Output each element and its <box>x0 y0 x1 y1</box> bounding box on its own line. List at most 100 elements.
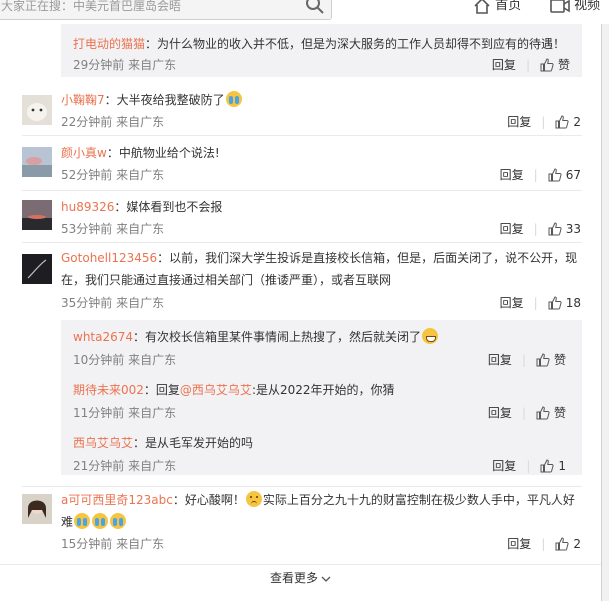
reply-username[interactable]: whta2674 <box>73 330 133 344</box>
like-count: 2 <box>573 537 581 551</box>
comment-actions: 回复 | 2 <box>507 537 581 551</box>
like-button[interactable]: 1 <box>540 459 566 473</box>
like-button[interactable]: 67 <box>548 168 581 182</box>
comment-body: ：媒体看到也不会报 <box>114 200 223 214</box>
comment-body: ：中航物业给个说法! <box>106 146 220 160</box>
like-button[interactable]: 18 <box>548 296 581 310</box>
load-more-label: 查看更多 <box>269 571 318 585</box>
thumbs-up-icon <box>540 459 554 473</box>
reply-actions: 回复 | 1 <box>492 459 566 473</box>
reply-button[interactable]: 回复 <box>500 168 524 182</box>
search-box[interactable]: 大家正在搜：中美元首巴厘岛会晤 <box>0 0 332 20</box>
reply-button[interactable]: 回复 <box>500 222 524 236</box>
avatar[interactable] <box>22 147 52 177</box>
thumbs-up-icon <box>555 115 569 129</box>
crying-emoji-icon <box>110 513 127 529</box>
reply-body: ：为什么物业的收入并不低，但是为深大服务的工作人员却得不到应有的待遇！ <box>145 37 566 51</box>
comment-meta: 53分钟前 来自广东 <box>61 222 165 236</box>
thumbs-up-icon <box>540 58 554 72</box>
reply-button[interactable]: 回复 <box>507 115 531 129</box>
reply-meta: 10分钟前 来自广东 <box>73 353 177 367</box>
comment-meta: 52分钟前 来自广东 <box>61 168 165 182</box>
comment-username[interactable]: 颜小真w <box>61 146 107 160</box>
thumbs-up-icon <box>548 222 562 236</box>
avatar[interactable] <box>22 494 52 524</box>
reply-text: 西乌艾乌艾：是从毛军发开始的吗 <box>73 433 578 453</box>
nav-video-label: 视频 <box>574 0 601 13</box>
avatar[interactable] <box>22 95 52 125</box>
like-label: 赞 <box>553 353 566 367</box>
nav-home-label: 首页 <box>495 0 522 13</box>
load-more-button[interactable]: 查看更多 <box>0 564 601 597</box>
home-icon <box>474 0 490 14</box>
thumbs-up-icon <box>555 537 569 551</box>
like-button[interactable]: 2 <box>555 537 581 551</box>
reply-username[interactable]: 打电动的猫猫 <box>73 37 145 51</box>
reply-meta: 11分钟前 来自广东 <box>73 406 177 420</box>
like-count: 67 <box>565 168 581 182</box>
mention-link[interactable]: @西乌艾乌艾 <box>180 383 252 397</box>
like-button[interactable]: 33 <box>548 222 581 236</box>
reply-username[interactable]: 西乌艾乌艾 <box>73 436 133 450</box>
reply-body: ：有次校长信箱里某件事情闹上热搜了，然后就关闭了 <box>133 330 422 344</box>
search-placeholder: 大家正在搜：中美元首巴厘岛会晤 <box>1 0 182 13</box>
reply-meta: 29分钟前 来自广东 <box>73 58 177 72</box>
thumbs-up-icon <box>536 353 550 367</box>
comment-item: a可可西里奇123abc：好心酸啊！ 实际上百分之九十九的财富控制在极少数人手中，… <box>0 486 601 558</box>
reply-body: ：是从毛军发开始的吗 <box>133 436 254 450</box>
comment-item: hu89326：媒体看到也不会报 53分钟前 来自广东 回复 | 33 <box>0 192 601 243</box>
reply-button[interactable]: 回复 <box>492 58 516 72</box>
comment-username[interactable]: Gotohell123456 <box>61 251 157 265</box>
comment-username[interactable]: a可可西里奇123abc <box>61 493 173 507</box>
chevron-down-icon <box>321 576 331 582</box>
comment-item: 颜小真w：中航物业给个说法! 52分钟前 来自广东 回复 | 67 <box>0 138 601 191</box>
sad-emoji-icon <box>245 491 262 507</box>
reply-button[interactable]: 回复 <box>488 353 512 367</box>
crying-emoji-icon <box>74 513 91 529</box>
like-button[interactable]: 赞 <box>536 353 566 367</box>
nav-video[interactable]: 视频 <box>550 0 600 14</box>
reply-body: :是从2022年开始的，你猜 <box>251 383 395 397</box>
reply-button[interactable]: 回复 <box>507 537 531 551</box>
like-count: 2 <box>573 115 581 129</box>
reply-text: 期待未来002：回复@西乌艾乌艾:是从2022年开始的，你猜 <box>73 380 578 400</box>
reply-text: 打电动的猫猫：为什么物业的收入并不低，但是为深大服务的工作人员却得不到应有的待遇… <box>73 34 578 54</box>
reply-button[interactable]: 回复 <box>500 296 524 310</box>
avatar[interactable] <box>22 254 52 284</box>
reply-actions: 回复 | 赞 <box>491 58 570 72</box>
like-label: 赞 <box>557 58 570 72</box>
scrollbar-track[interactable] <box>602 24 609 601</box>
like-button[interactable]: 赞 <box>540 58 570 72</box>
comment-username[interactable]: 小鞠鞠7 <box>61 93 105 107</box>
like-button[interactable]: 赞 <box>536 406 566 420</box>
reply-button[interactable]: 回复 <box>492 459 516 473</box>
comment-text: hu89326：媒体看到也不会报 <box>61 196 581 218</box>
comment-actions: 回复 | 2 <box>507 115 581 129</box>
comment-actions: 回复 | 33 <box>499 222 581 236</box>
top-header: 大家正在搜：中美元首巴厘岛会晤 首页 视频 <box>0 0 609 25</box>
avatar[interactable] <box>22 200 52 230</box>
video-icon <box>550 0 570 13</box>
thumbs-up-icon <box>536 406 550 420</box>
comment-username[interactable]: hu89326 <box>61 200 114 214</box>
comment-meta: 35分钟前 来自广东 <box>61 296 165 310</box>
comment-item: 小鞠鞠7：大半夜给我整破防了 22分钟前 来自广东 回复 | 2 <box>0 85 601 136</box>
comment-text: a可可西里奇123abc：好心酸啊！ 实际上百分之九十九的财富控制在极少数人手中，… <box>61 489 581 533</box>
crying-emoji-icon <box>92 513 109 529</box>
crying-emoji-icon <box>225 91 242 107</box>
reply-prefix: ：回复 <box>143 383 180 397</box>
comment-item: Gotohell123456：以前，我们深大学生投诉是直接校长信箱，但是，后面关… <box>0 244 601 487</box>
reply-username[interactable]: 期待未来002 <box>73 383 144 397</box>
thumbs-up-icon <box>548 296 562 310</box>
comment-text: Gotohell123456：以前，我们深大学生投诉是直接校长信箱，但是，后面关… <box>61 247 581 291</box>
comment-actions: 回复 | 67 <box>499 168 581 182</box>
search-icon[interactable] <box>305 0 325 15</box>
nav-home[interactable]: 首页 <box>473 0 521 14</box>
like-button[interactable]: 2 <box>555 115 581 129</box>
comment-meta: 15分钟前 来自广东 <box>61 537 165 551</box>
reply-text: whta2674：有次校长信箱里某件事情闹上热搜了，然后就关闭了 <box>73 327 578 347</box>
like-count: 18 <box>565 296 581 310</box>
laughing-emoji-icon <box>422 328 439 344</box>
reply-button[interactable]: 回复 <box>488 406 512 420</box>
comment-actions: 回复 | 18 <box>499 296 581 310</box>
